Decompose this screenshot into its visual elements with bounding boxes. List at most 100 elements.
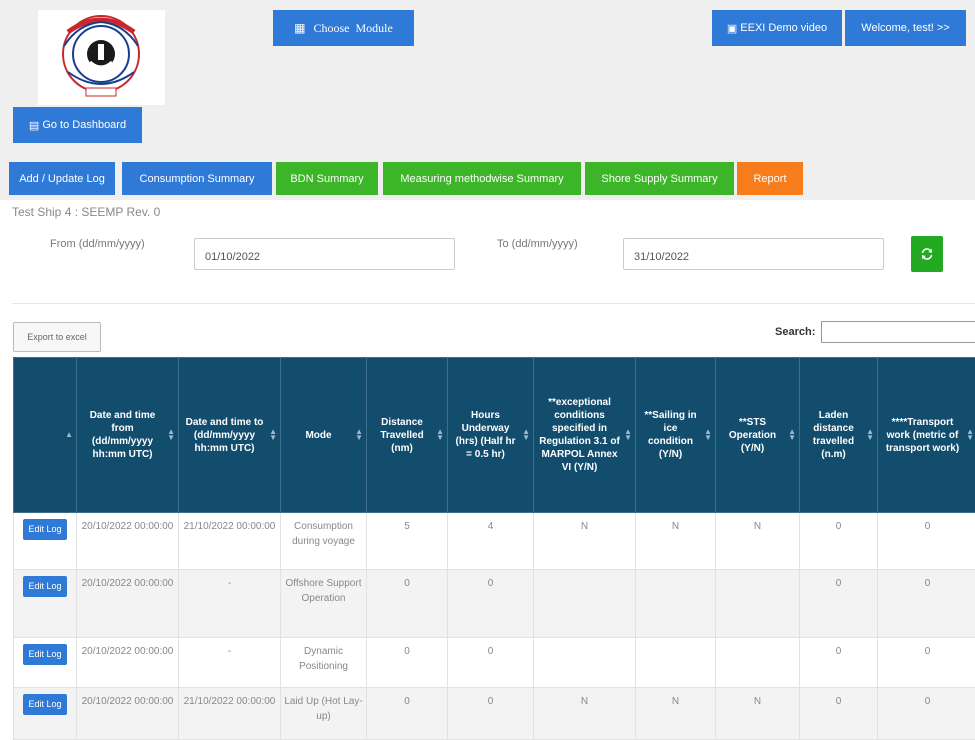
cell-date-to: 21/10/2022 00:00:00 (178, 512, 281, 570)
column-header-transport-work[interactable]: ****Transport work (metric of transport … (877, 357, 975, 513)
cell-transport-work: 0 (877, 569, 975, 638)
cell-distance: 0 (366, 569, 448, 638)
column-header-ice[interactable]: **Sailing in ice condition (Y/N) ▲ ▼ (635, 357, 716, 513)
sort-icon: ▲ ▼ (788, 427, 796, 442)
grid-icon: ▦ (294, 21, 306, 35)
cell-sts: N (715, 512, 800, 570)
go-to-dashboard-button[interactable]: ▤ Go to Dashboard (13, 107, 142, 143)
cell-laden: 0 (799, 687, 878, 740)
dgs-logo (38, 10, 165, 105)
dashboard-icon: ▤ (28, 119, 40, 132)
sort-icon: ▲ ▼ (269, 427, 277, 442)
cell-mode: Dynamic Positioning (280, 637, 367, 688)
eexi-demo-video-button[interactable]: ▣ EEXI Demo video (712, 10, 842, 46)
edit-log-button[interactable]: Edit Log (23, 519, 67, 540)
column-header-distance[interactable]: Distance Travelled (nm) ▲ ▼ (366, 357, 448, 513)
welcome-user-button[interactable]: Welcome, test! >> (845, 10, 966, 46)
log-table: ▲ Date and time from (dd/mm/yyyy hh:mm U… (13, 357, 975, 740)
column-header-exceptional[interactable]: **exceptional conditions specified in Re… (533, 357, 636, 513)
column-header-laden[interactable]: Laden distance travelled (n.m) ▲ ▼ (799, 357, 878, 513)
sort-icon: ▲ ▼ (966, 427, 974, 442)
tab-measuring-methodwise-summary[interactable]: Measuring methodwise Summary (383, 162, 581, 195)
cell-exceptional (533, 637, 636, 688)
tab-consumption-summary[interactable]: Consumption Summary (122, 162, 272, 195)
cell-sts (715, 637, 800, 688)
table-row: Edit Log 20/10/2022 00:00:00 21/10/2022 … (13, 512, 975, 570)
sort-icon: ▲ ▼ (624, 427, 632, 442)
cell-distance: 0 (366, 687, 448, 740)
tab-label: Add / Update Log (19, 172, 105, 185)
tab-add-update-log[interactable]: Add / Update Log (9, 162, 115, 195)
cell-hours: 0 (447, 637, 534, 688)
cell-date-from: 20/10/2022 00:00:00 (76, 569, 179, 638)
welcome-label: Welcome, test! >> (861, 22, 950, 34)
tab-label: BDN Summary (290, 172, 364, 185)
cell-hours: 0 (447, 687, 534, 740)
sort-icon: ▲ ▼ (355, 427, 363, 442)
choose-module-label: Choose Module (313, 20, 393, 35)
tab-label: Measuring methodwise Summary (400, 172, 564, 185)
sort-icon: ▲ ▼ (866, 427, 874, 442)
cell-date-from: 20/10/2022 00:00:00 (76, 687, 179, 740)
column-header-date-to[interactable]: Date and time to (dd/mm/yyyy hh:mm UTC) ▲… (178, 357, 281, 513)
table-header-row: ▲ Date and time from (dd/mm/yyyy hh:mm U… (13, 357, 975, 513)
cell-exceptional (533, 569, 636, 638)
from-date-input[interactable]: 01/10/2022 (194, 238, 455, 270)
cell-date-to: - (178, 637, 281, 688)
cell-ice: N (635, 512, 716, 570)
search-input[interactable] (821, 321, 975, 343)
export-to-excel-button[interactable]: Export to excel (13, 322, 101, 352)
to-date-label: To (dd/mm/yyyy) (497, 238, 578, 250)
cell-date-to: 21/10/2022 00:00:00 (178, 687, 281, 740)
edit-log-button[interactable]: Edit Log (23, 694, 67, 715)
edit-log-button[interactable]: Edit Log (23, 644, 67, 665)
cell-transport-work: 0 (877, 637, 975, 688)
page-subtitle: Test Ship 4 : SEEMP Rev. 0 (12, 205, 161, 219)
cell-date-to: - (178, 569, 281, 638)
column-header-mode[interactable]: Mode ▲ ▼ (280, 357, 367, 513)
cell-laden: 0 (799, 637, 878, 688)
sort-icon: ▲ ▼ (167, 427, 175, 442)
cell-distance: 5 (366, 512, 448, 570)
tab-bdn-summary[interactable]: BDN Summary (276, 162, 378, 195)
tab-label: Shore Supply Summary (601, 172, 718, 185)
cell-exceptional: N (533, 512, 636, 570)
refresh-button[interactable] (911, 236, 943, 272)
search-label: Search: (775, 326, 816, 338)
cell-mode: Consumption during voyage (280, 512, 367, 570)
tab-report[interactable]: Report (737, 162, 803, 195)
column-header-date-from[interactable]: Date and time from (dd/mm/yyyy hh:mm UTC… (76, 357, 179, 513)
logo-emblem-icon (62, 15, 140, 97)
to-date-input[interactable]: 31/10/2022 (623, 238, 884, 270)
tab-label: Consumption Summary (139, 172, 255, 185)
column-header-actions[interactable]: ▲ (13, 357, 77, 513)
from-date-label: From (dd/mm/yyyy) (50, 238, 145, 250)
cell-laden: 0 (799, 512, 878, 570)
cell-date-from: 20/10/2022 00:00:00 (76, 512, 179, 570)
cell-mode: Offshore Support Operation (280, 569, 367, 638)
cell-hours: 0 (447, 569, 534, 638)
column-header-sts[interactable]: **STS Operation (Y/N) ▲ ▼ (715, 357, 800, 513)
refresh-icon (921, 248, 933, 260)
tab-shore-supply-summary[interactable]: Shore Supply Summary (585, 162, 734, 195)
cell-transport-work: 0 (877, 687, 975, 740)
column-header-hours[interactable]: Hours Underway (hrs) (Half hr = 0.5 hr) ▲… (447, 357, 534, 513)
sort-icon: ▲ ▼ (436, 427, 444, 442)
sort-icon: ▲ ▼ (522, 427, 530, 442)
cell-ice: N (635, 687, 716, 740)
cell-sts: N (715, 687, 800, 740)
table-row: Edit Log 20/10/2022 00:00:00 - Offshore … (13, 569, 975, 638)
cell-transport-work: 0 (877, 512, 975, 570)
cell-distance: 0 (366, 637, 448, 688)
sort-icon: ▲ ▼ (704, 427, 712, 442)
cell-laden: 0 (799, 569, 878, 638)
cell-mode: Laid Up (Hot Lay-up) (280, 687, 367, 740)
cell-date-from: 20/10/2022 00:00:00 (76, 637, 179, 688)
cell-ice (635, 637, 716, 688)
cell-sts (715, 569, 800, 638)
film-icon: ▣ (726, 22, 738, 35)
edit-log-button[interactable]: Edit Log (23, 576, 67, 597)
table-row: Edit Log 20/10/2022 00:00:00 21/10/2022 … (13, 687, 975, 740)
cell-ice (635, 569, 716, 638)
choose-module-button[interactable]: ▦ Choose Module (273, 10, 414, 46)
